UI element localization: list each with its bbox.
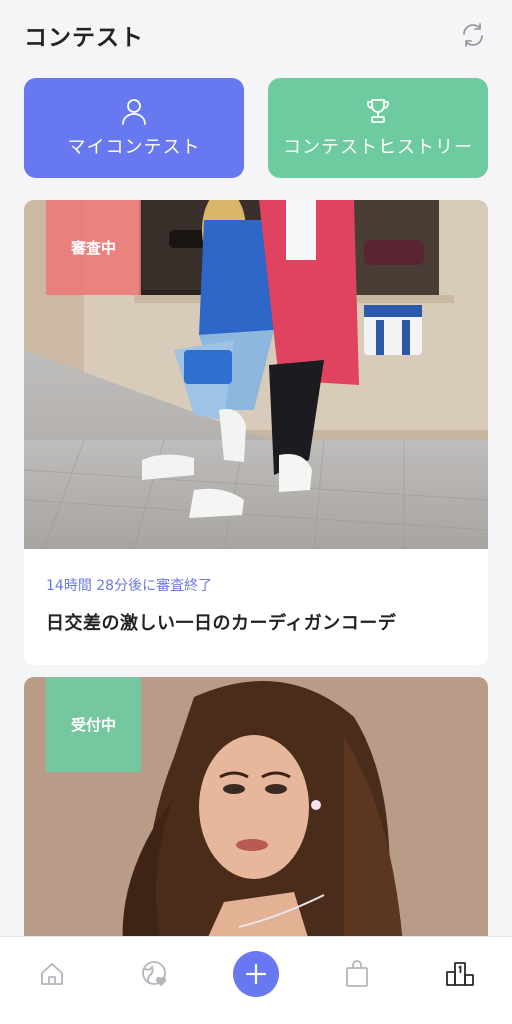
contest-image: 受付中: [24, 677, 488, 957]
trophy-icon: [367, 99, 389, 123]
contest-info: 14時間 28分後に審査終了 日交差の激しい一日のカーディガンコーデ: [24, 549, 488, 635]
shopping-bag-icon: [345, 960, 368, 987]
status-badge: 受付中: [46, 677, 141, 772]
plus-icon: [245, 963, 267, 985]
quick-actions: マイコンテスト コンテストヒストリー: [24, 78, 488, 178]
contest-screen: コンテスト マイコンテスト コンテストヒストリー 審査中 14時間 28分後に審…: [0, 0, 512, 1024]
globe-heart-icon: [142, 961, 167, 987]
contest-image: 審査中: [24, 200, 488, 549]
ranking-podium-icon: [446, 962, 475, 986]
home-icon: [40, 963, 63, 985]
contest-history-button[interactable]: コンテストヒストリー: [268, 78, 488, 178]
my-contest-label: マイコンテスト: [67, 137, 201, 158]
my-contest-button[interactable]: マイコンテスト: [24, 78, 244, 178]
nav-discover[interactable]: [129, 951, 181, 997]
status-badge: 審査中: [46, 200, 141, 295]
nav-ranking[interactable]: [434, 951, 486, 997]
nav-home[interactable]: [26, 951, 78, 997]
refresh-button[interactable]: [458, 20, 488, 50]
add-post-button[interactable]: [232, 951, 279, 997]
nav-shop[interactable]: [331, 951, 383, 997]
contest-card[interactable]: 審査中 14時間 28分後に審査終了 日交差の激しい一日のカーディガンコーデ: [24, 200, 488, 665]
contest-history-label: コンテストヒストリー: [283, 137, 473, 158]
user-icon: [122, 99, 146, 125]
contest-title: 日交差の激しい一日のカーディガンコーデ: [46, 613, 397, 634]
time-remaining: 14時間 28分後に審査終了: [46, 578, 213, 594]
header: コンテスト: [0, 0, 512, 70]
page-title: コンテスト: [24, 25, 144, 51]
contest-card[interactable]: 受付中: [24, 677, 488, 957]
bottom-nav: [0, 936, 512, 1024]
refresh-icon: [463, 23, 483, 47]
